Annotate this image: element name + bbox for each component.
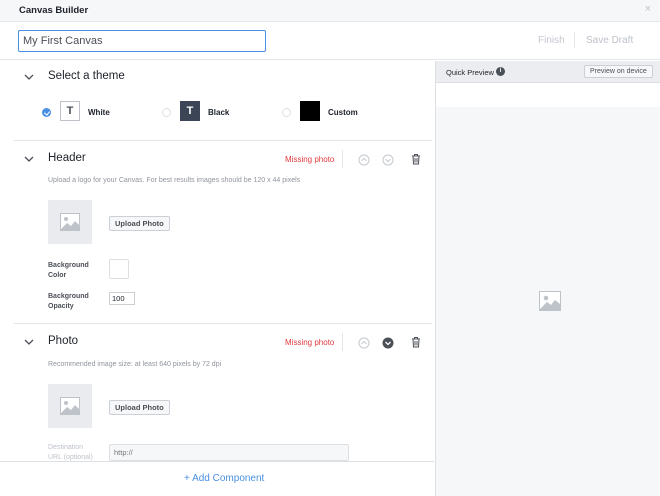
header-section: Header Missing photo Upload a logo for y…: [14, 142, 432, 324]
header-description: Upload a logo for your Canvas. For best …: [48, 177, 301, 184]
preview-on-device-button[interactable]: Preview on device: [584, 65, 653, 78]
preview-top-strip: [436, 83, 660, 107]
preview-image-icon: [539, 291, 561, 311]
bg-color-picker[interactable]: [109, 259, 129, 279]
image-icon: [60, 397, 80, 415]
theme-section: Select a theme T White T Black Custom: [14, 61, 432, 141]
quick-preview-panel: Quick Preview i Preview on device: [435, 61, 660, 496]
move-down-icon[interactable]: [382, 337, 394, 349]
info-icon[interactable]: i: [496, 67, 505, 76]
chevron-down-icon[interactable]: [24, 74, 34, 80]
swatch-black: T: [180, 101, 200, 121]
canvas-name-input[interactable]: [18, 30, 266, 52]
theme-radio-black[interactable]: [162, 108, 171, 117]
header-image-placeholder: [48, 200, 92, 244]
theme-radio-custom[interactable]: [282, 108, 291, 117]
title-bar: Canvas Builder ×: [0, 0, 660, 22]
quick-preview-header: Quick Preview i Preview on device: [436, 61, 660, 83]
trash-icon[interactable]: [410, 153, 422, 165]
chevron-down-icon[interactable]: [24, 156, 34, 162]
bg-color-label: Background Color: [48, 262, 89, 279]
bg-opacity-label: Background Opacity: [48, 293, 89, 310]
add-component-bar: + Add Component: [0, 461, 434, 496]
window-title: Canvas Builder: [19, 5, 89, 16]
swatch-white: T: [60, 101, 80, 121]
photo-section-title: Photo: [48, 335, 79, 347]
header-status-badge: Missing photo: [285, 155, 335, 164]
move-up-icon[interactable]: [358, 154, 370, 166]
theme-radio-white[interactable]: [42, 108, 51, 117]
theme-label-black: Black: [208, 108, 230, 117]
theme-section-title: Select a theme: [48, 70, 125, 82]
header-divider: [342, 150, 343, 168]
move-down-icon[interactable]: [382, 154, 394, 166]
photo-divider: [342, 333, 343, 351]
header-upload-button[interactable]: Upload Photo: [109, 216, 170, 231]
photo-status-badge: Missing photo: [285, 338, 335, 347]
photo-description: Recommended image size: at least 640 pix…: [48, 361, 222, 368]
header-section-title: Header: [48, 152, 86, 164]
image-icon: [60, 213, 80, 231]
photo-upload-button[interactable]: Upload Photo: [109, 400, 170, 415]
destination-url-label: Destination URL (optional): [48, 444, 93, 461]
toolbar-divider: [574, 32, 575, 48]
trash-icon[interactable]: [410, 336, 422, 348]
quick-preview-title: Quick Preview: [446, 68, 494, 77]
close-icon[interactable]: ×: [645, 3, 651, 15]
move-up-icon[interactable]: [358, 337, 370, 349]
finish-button[interactable]: Finish: [538, 35, 565, 46]
photo-image-placeholder: [48, 384, 92, 428]
editor-panel: Select a theme T White T Black Custom He…: [0, 61, 434, 461]
bg-opacity-input[interactable]: [109, 292, 135, 305]
canvas-name-bar: Finish Save Draft: [0, 22, 660, 60]
theme-label-white: White: [88, 108, 110, 117]
theme-label-custom: Custom: [328, 108, 358, 117]
chevron-down-icon[interactable]: [24, 339, 34, 345]
swatch-custom: [300, 101, 320, 121]
destination-url-input[interactable]: [109, 444, 349, 461]
photo-section: Photo Missing photo Recommended image si…: [14, 325, 432, 461]
save-draft-button[interactable]: Save Draft: [586, 35, 633, 46]
add-component-button[interactable]: + Add Component: [184, 473, 264, 484]
